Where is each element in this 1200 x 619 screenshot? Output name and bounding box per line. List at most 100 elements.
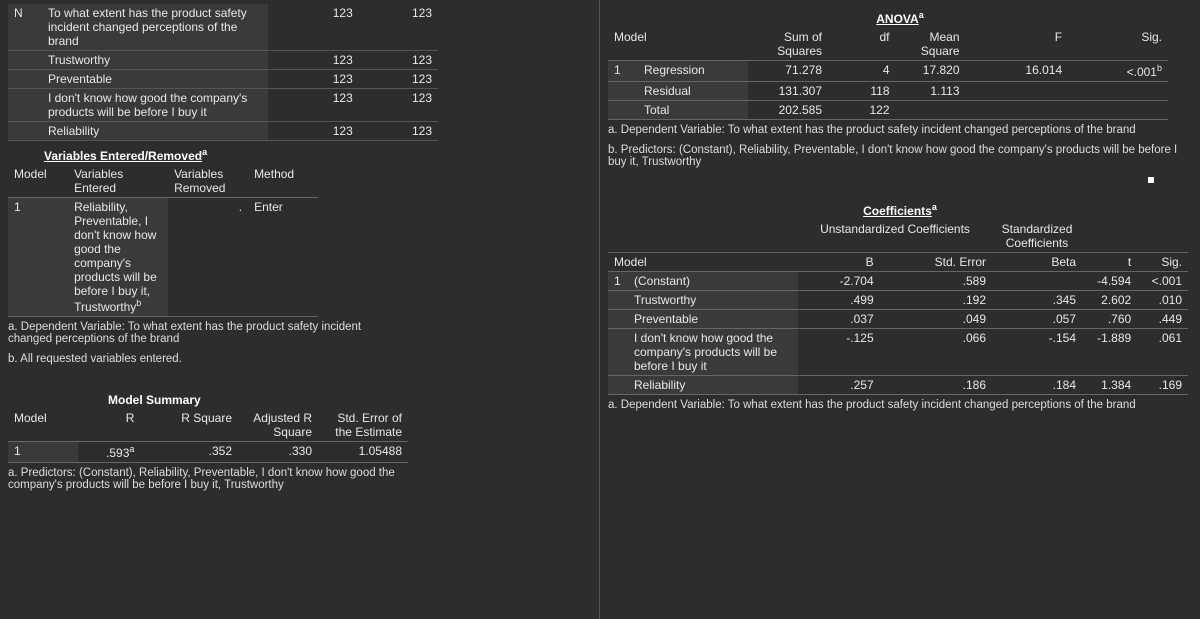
co-h-model: Model — [608, 253, 798, 272]
ms-r: .593a — [78, 442, 141, 463]
co-name: (Constant) — [628, 272, 798, 291]
ve-model: 1 — [8, 198, 68, 317]
ve-note-a: a. Dependent Variable: To what extent ha… — [8, 317, 408, 349]
an-f — [966, 82, 1069, 101]
co-t: -1.889 — [1082, 329, 1137, 376]
model-summary-title: Model Summary — [108, 387, 591, 409]
co-se: .066 — [880, 329, 992, 376]
co-b: -2.704 — [798, 272, 880, 291]
an-ss: 202.585 — [748, 101, 828, 120]
an-f — [966, 101, 1069, 120]
vars-entered-table: Model Variables Entered Variables Remove… — [8, 165, 318, 317]
an-model: 1 — [608, 61, 638, 82]
co-model: 1 — [608, 272, 628, 291]
an-name: Residual — [638, 82, 748, 101]
an-ss: 131.307 — [748, 82, 828, 101]
ms-note-a: a. Predictors: (Constant), Reliability, … — [8, 463, 408, 495]
ms-h-adj: Adjusted R Square — [238, 409, 318, 442]
desc-text: I don't know how good the company's prod… — [42, 89, 268, 122]
desc-c1: 123 — [268, 122, 359, 141]
co-model — [608, 310, 628, 329]
co-beta: .184 — [992, 376, 1082, 395]
col-model: Model — [8, 165, 68, 198]
co-sig: .010 — [1137, 291, 1188, 310]
ms-h-model: Model — [8, 409, 78, 442]
ms-h-r2: R Square — [140, 409, 238, 442]
ve-removed: . — [168, 198, 248, 317]
desc-c2: 123 — [359, 4, 438, 51]
an-sig: <.001b — [1068, 61, 1168, 82]
col-entered: Variables Entered — [68, 165, 168, 198]
coef-group-unstd: Unstandardized Coefficients — [798, 220, 992, 253]
co-sig: <.001 — [1137, 272, 1188, 291]
an-ms: 1.113 — [896, 82, 966, 101]
co-h-beta: Beta — [992, 253, 1082, 272]
co-sig: .061 — [1137, 329, 1188, 376]
co-name: Trustworthy — [628, 291, 798, 310]
coef-table: Unstandardized Coefficients Standardized… — [608, 220, 1188, 395]
desc-c1: 123 — [268, 4, 359, 51]
co-se: .049 — [880, 310, 992, 329]
model-summary-table: Model R R Square Adjusted R Square Std. … — [8, 409, 408, 463]
anova-title: ANOVAa — [608, 4, 1192, 28]
an-sig — [1068, 101, 1168, 120]
desc-c2: 123 — [359, 70, 438, 89]
co-beta: .057 — [992, 310, 1082, 329]
ve-method: Enter — [248, 198, 318, 317]
an-note-b: b. Predictors: (Constant), Reliability, … — [608, 140, 1188, 172]
ms-model: 1 — [8, 442, 78, 463]
an-h-model: Model — [608, 28, 748, 61]
coef-group-std: Standardized Coefficients — [992, 220, 1082, 253]
ve-note-b: b. All requested variables entered. — [8, 349, 588, 369]
anova-table: Model Sum of Squares df Mean Square F Si… — [608, 28, 1168, 120]
an-ss: 71.278 — [748, 61, 828, 82]
an-name: Total — [638, 101, 748, 120]
co-b: .257 — [798, 376, 880, 395]
desc-c1: 123 — [268, 51, 359, 70]
co-b: .499 — [798, 291, 880, 310]
an-model — [608, 101, 638, 120]
co-h-b: B — [798, 253, 880, 272]
desc-c1: 123 — [268, 89, 359, 122]
co-sig: .449 — [1137, 310, 1188, 329]
desc-c1: 123 — [268, 70, 359, 89]
co-t: 1.384 — [1082, 376, 1137, 395]
col-removed: Variables Removed — [168, 165, 248, 198]
co-b: -.125 — [798, 329, 880, 376]
coef-title: Coefficientsa — [608, 196, 1192, 220]
co-beta: .345 — [992, 291, 1082, 310]
an-sig — [1068, 82, 1168, 101]
desc-c2: 123 — [359, 89, 438, 122]
an-model — [608, 82, 638, 101]
ms-r2: .352 — [140, 442, 238, 463]
co-note-a: a. Dependent Variable: To what extent ha… — [608, 395, 1188, 415]
descriptives-table: NTo what extent has the product safety i… — [8, 4, 438, 141]
col-method: Method — [248, 165, 318, 198]
co-beta — [992, 272, 1082, 291]
an-name: Regression — [638, 61, 748, 82]
right-pane: ANOVAa Model Sum of Squares df Mean Squa… — [600, 0, 1200, 619]
an-f: 16.014 — [966, 61, 1069, 82]
an-h-df: df — [828, 28, 896, 61]
co-t: -4.594 — [1082, 272, 1137, 291]
an-h-sig: Sig. — [1068, 28, 1168, 61]
desc-label — [8, 70, 42, 89]
an-note-a: a. Dependent Variable: To what extent ha… — [608, 120, 1188, 140]
co-name: Reliability — [628, 376, 798, 395]
co-beta: -.154 — [992, 329, 1082, 376]
co-h-sig: Sig. — [1137, 253, 1188, 272]
ms-h-se: Std. Error of the Estimate — [318, 409, 408, 442]
co-name: I don't know how good the company's prod… — [628, 329, 798, 376]
co-h-se: Std. Error — [880, 253, 992, 272]
desc-label — [8, 51, 42, 70]
vars-entered-title: Variables Entered/Removeda — [44, 141, 591, 165]
an-df: 118 — [828, 82, 896, 101]
desc-c2: 123 — [359, 51, 438, 70]
an-df: 4 — [828, 61, 896, 82]
co-se: .589 — [880, 272, 992, 291]
co-name: Preventable — [628, 310, 798, 329]
desc-label — [8, 122, 42, 141]
desc-text: Preventable — [42, 70, 268, 89]
an-h-ms: Mean Square — [896, 28, 966, 61]
co-b: .037 — [798, 310, 880, 329]
